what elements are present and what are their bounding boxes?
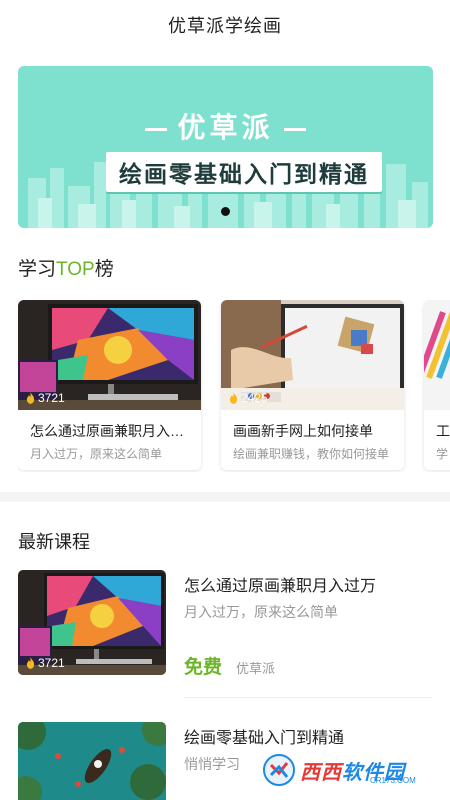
card-subtitle: 学 bbox=[436, 447, 449, 461]
course-desc: 月入过万，原来这么简单 bbox=[184, 604, 338, 620]
monitor-artwork-image: 3721 bbox=[18, 300, 201, 410]
card-title: 画画新手网上如何接单 bbox=[233, 423, 373, 439]
card-subtitle: 月入过万，原来这么简单 bbox=[30, 447, 163, 461]
course-desc: 悄悄学习 bbox=[184, 756, 240, 772]
section-divider bbox=[0, 492, 450, 502]
top-section-title: 学习TOP榜 bbox=[18, 259, 114, 280]
view-count: 3721 bbox=[26, 391, 65, 405]
card-subtitle: 绘画兼职赚钱，教你如何接单 bbox=[233, 447, 390, 461]
watermark-logo-icon bbox=[263, 754, 295, 786]
app-title: 优草派学绘画 bbox=[168, 16, 282, 36]
promo-banner[interactable]: 优草派 绘画零基础入门到精通 bbox=[18, 66, 433, 228]
flame-icon bbox=[229, 392, 238, 404]
top-card[interactable]: 2425 画画新手网上如何接单 绘画兼职赚钱，教你如何接单 bbox=[221, 300, 404, 470]
banner-pagination bbox=[18, 207, 433, 216]
course-price: 免费 bbox=[184, 657, 223, 678]
course-divider bbox=[184, 697, 432, 698]
monitor-artwork-image: 3721 bbox=[18, 570, 166, 675]
view-count: 3721 bbox=[26, 656, 65, 670]
flame-icon bbox=[26, 392, 35, 404]
banner-slogan: 绘画零基础入门到精通 bbox=[106, 152, 382, 192]
painting-desk-image: 2425 bbox=[221, 300, 404, 410]
colored-pencils-image bbox=[424, 300, 450, 410]
course-item[interactable]: 3721 怎么通过原画兼职月入过万 月入过万，原来这么简单 免费 优草派 bbox=[18, 570, 432, 680]
banner-dot-active[interactable] bbox=[221, 207, 230, 216]
flame-icon bbox=[26, 657, 35, 669]
top-card[interactable]: 工 学 bbox=[424, 300, 450, 470]
course-author: 优草派 bbox=[236, 661, 276, 676]
course-title: 绘画零基础入门到精通 bbox=[184, 730, 345, 747]
site-watermark: 西西软件园 CR173.COM bbox=[262, 750, 432, 790]
card-title: 工 bbox=[436, 423, 450, 439]
top-course-carousel[interactable]: 3721 怎么通过原画兼职月入过万 月入过万，原来这么简单 2425 画画新手网… bbox=[18, 300, 450, 472]
top-card[interactable]: 3721 怎么通过原画兼职月入过万 月入过万，原来这么简单 bbox=[18, 300, 201, 470]
course-title: 怎么通过原画兼职月入过万 bbox=[184, 578, 377, 595]
banner-brand: 优草派 bbox=[18, 106, 433, 146]
view-count: 2425 bbox=[229, 391, 268, 405]
boat-lake-image bbox=[18, 722, 166, 800]
app-header: 优草派学绘画 bbox=[0, 0, 450, 50]
card-title: 怎么通过原画兼职月入过万 bbox=[30, 423, 190, 439]
latest-section-title: 最新课程 bbox=[18, 532, 90, 552]
